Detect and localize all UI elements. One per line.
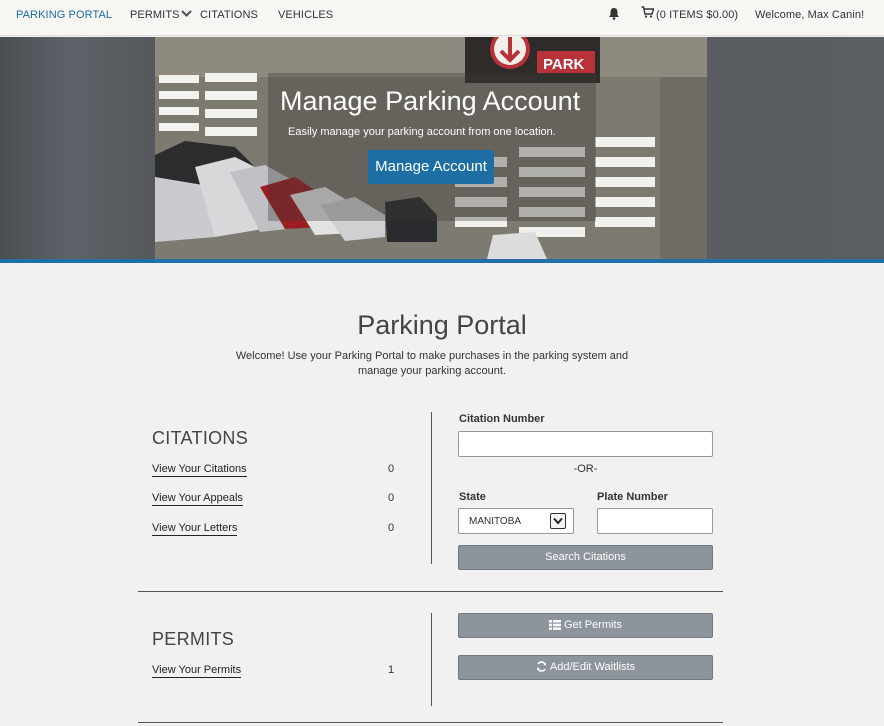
view-permits-link[interactable]: View Your Permits [152, 664, 242, 678]
plate-number-label: Plate Number [597, 491, 668, 503]
cart-summary-link[interactable]: (0 ITEMS $0.00) [656, 9, 738, 21]
section-divider-bottom [138, 722, 723, 723]
plate-number-input[interactable] [597, 508, 713, 534]
state-select-value: MANITOBA [469, 516, 522, 527]
page-intro-text: Welcome! Use your Parking Portal to make… [235, 350, 629, 377]
nav-permits-link[interactable]: PERMITS [130, 9, 180, 21]
get-permits-button[interactable]: Get Permits [458, 613, 713, 638]
nav-citations-link[interactable]: CITATIONS [200, 9, 258, 21]
appeals-count: 0 [388, 492, 395, 504]
add-edit-waitlists-button[interactable]: Add/Edit Waitlists [458, 655, 713, 680]
view-appeals-link[interactable]: View Your Appeals [152, 492, 243, 506]
view-letters-link[interactable]: View Your Letters [152, 522, 238, 536]
top-navbar: PARKING PORTAL PERMITS CITATIONS VEHICLE… [0, 0, 884, 36]
grid-icon [548, 620, 561, 630]
user-welcome-menu[interactable]: Welcome, Max Canin! [755, 9, 864, 21]
view-citations-link[interactable]: View Your Citations [152, 463, 247, 477]
or-separator: -OR- [573, 463, 598, 475]
state-select[interactable]: MANITOBA [458, 508, 574, 534]
hero-accent-bar [0, 259, 884, 263]
hero-banner: PARK [0, 37, 884, 259]
state-label: State [459, 491, 486, 503]
get-permits-label: Get Permits [563, 619, 623, 631]
citations-count: 0 [388, 463, 395, 475]
permits-count: 1 [388, 664, 395, 676]
citations-heading: CITATIONS [152, 428, 249, 448]
search-citations-button[interactable]: Search Citations [458, 545, 713, 570]
citation-number-label: Citation Number [459, 413, 545, 425]
hero-subtitle: Easily manage your parking account from … [288, 126, 556, 138]
cart-icon[interactable] [641, 6, 654, 18]
chevron-down-icon[interactable] [550, 513, 566, 529]
citations-divider [431, 412, 432, 564]
citation-number-input[interactable] [458, 431, 713, 457]
permits-heading: PERMITS [152, 629, 235, 649]
nav-vehicles-link[interactable]: VEHICLES [278, 9, 333, 21]
manage-account-button[interactable]: Manage Account [368, 150, 494, 184]
bell-icon[interactable] [608, 7, 620, 20]
park-sign-text: PARK [543, 56, 585, 73]
page-title: Parking Portal [357, 310, 527, 340]
nav-brand-link[interactable]: PARKING PORTAL [16, 9, 112, 21]
hero-title: Manage Parking Account [280, 86, 581, 116]
refresh-icon [536, 661, 546, 672]
section-divider [138, 591, 723, 592]
letters-count: 0 [388, 522, 395, 534]
chevron-down-icon[interactable] [181, 8, 192, 19]
permits-divider [431, 613, 432, 706]
waitlists-label: Add/Edit Waitlists [549, 661, 636, 673]
